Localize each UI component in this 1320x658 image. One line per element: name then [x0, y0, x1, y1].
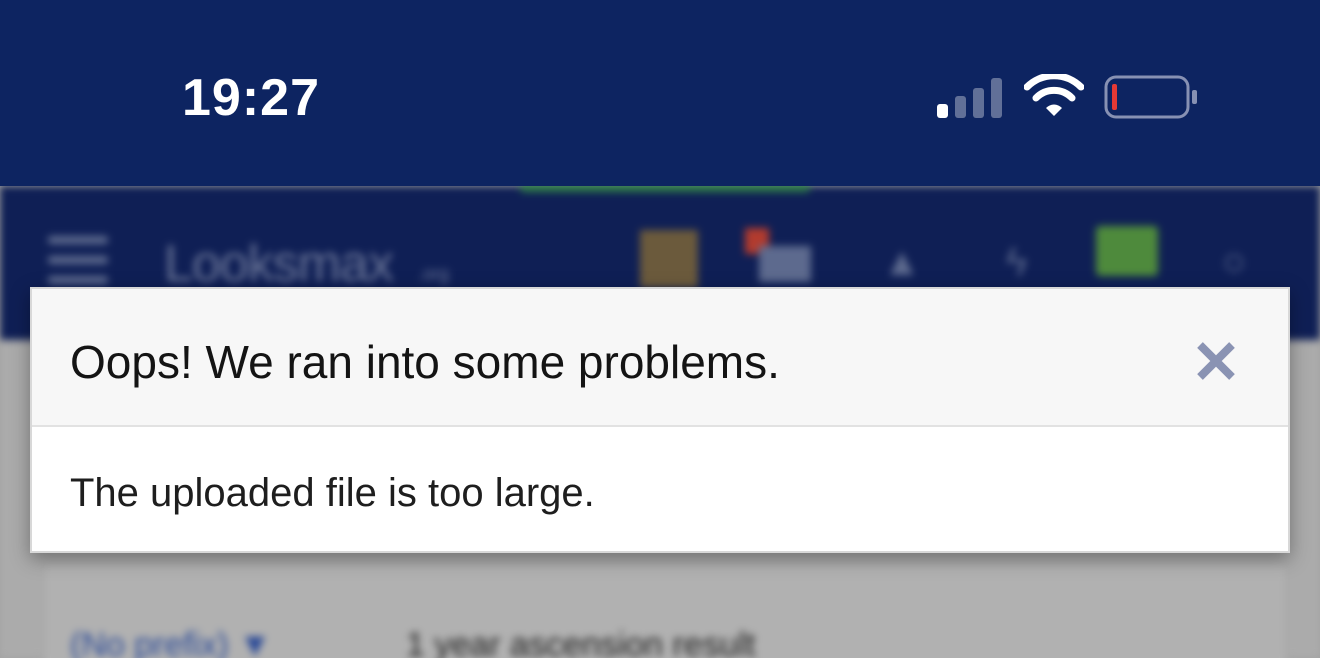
cellular-signal-icon — [937, 78, 1003, 118]
thread-title-input[interactable]: 1 year ascension result — [406, 626, 756, 658]
site-logo[interactable]: Looksmax — [164, 234, 394, 294]
site-logo-suffix: .org — [418, 264, 450, 284]
dialog-message: The uploaded file is too large. — [70, 471, 595, 515]
prefix-select[interactable]: (No prefix) ▼ — [70, 626, 272, 658]
inbox-icon[interactable] — [745, 228, 813, 286]
menu-icon[interactable] — [48, 236, 108, 286]
error-dialog: Oops! We ran into some problems. The upl… — [30, 287, 1290, 553]
status-time: 19:27 — [182, 69, 320, 127]
bolt-icon[interactable]: ϟ — [1006, 240, 1027, 285]
prefix-label: (No prefix) — [70, 626, 229, 658]
chevron-down-icon: ▼ — [238, 626, 272, 658]
avatar[interactable] — [640, 230, 698, 288]
search-icon[interactable]: ○ — [1222, 240, 1246, 285]
wifi-icon — [1024, 74, 1084, 116]
close-icon[interactable] — [1192, 337, 1240, 385]
battery-low-icon — [1104, 75, 1197, 119]
chat-icon[interactable] — [1096, 226, 1158, 276]
bell-icon[interactable]: ▲ — [882, 240, 922, 285]
dialog-title: Oops! We ran into some problems. — [70, 336, 780, 388]
status-bar: 19:27 — [0, 0, 1320, 186]
screen: 19:27 Looksmax .org ▲ ϟ ○ (No prefix) ▼ … — [0, 0, 1320, 658]
dialog-header: Oops! We ran into some problems. — [32, 289, 1288, 427]
